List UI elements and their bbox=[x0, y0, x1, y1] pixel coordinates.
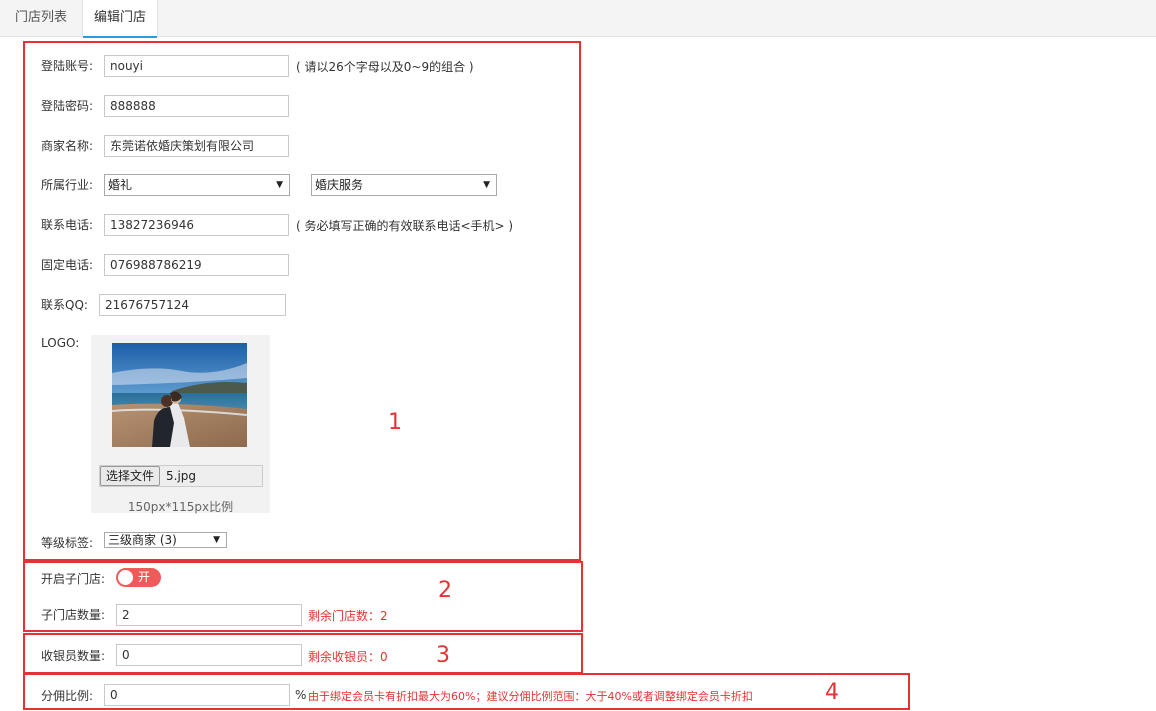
password-input[interactable]: 888888 bbox=[104, 95, 289, 117]
industry-select-secondary-value: 婚庆服务 bbox=[315, 178, 364, 192]
annotation-number-2: 2 bbox=[438, 578, 452, 603]
commission-label: 分佣比例: bbox=[41, 689, 94, 703]
account-label: 登陆账号: bbox=[41, 59, 94, 73]
phone-input[interactable]: 13827236946 bbox=[104, 214, 289, 236]
chevron-down-icon: ▼ bbox=[213, 535, 220, 545]
toggle-knob bbox=[118, 570, 133, 585]
merchant-name-label: 商家名称: bbox=[41, 139, 94, 153]
account-hint: ( 请以26个字母以及0~9的组合 ) bbox=[296, 60, 474, 74]
merchant-name-input[interactable]: 东莞诺依婚庆策划有限公司 bbox=[104, 135, 289, 157]
sub-store-count-input[interactable]: 2 bbox=[116, 604, 302, 626]
sub-store-label: 开启子门店: bbox=[41, 572, 106, 586]
qq-input[interactable]: 21676757124 bbox=[99, 294, 286, 316]
qq-label: 联系QQ: bbox=[41, 298, 88, 312]
toggle-text: 开 bbox=[138, 570, 151, 584]
phone-label: 联系电话: bbox=[41, 218, 94, 232]
tab-store-list[interactable]: 门店列表 bbox=[0, 0, 82, 37]
sub-store-remaining: 剩余门店数：2 bbox=[308, 609, 388, 623]
file-input[interactable]: 选择文件 5.jpg bbox=[99, 465, 263, 487]
commission-input[interactable]: 0 bbox=[104, 684, 290, 706]
cashier-remaining: 剩余收银员：0 bbox=[308, 650, 388, 664]
annotation-box-2 bbox=[23, 561, 583, 632]
commission-unit: % bbox=[295, 688, 307, 702]
logo-ratio-hint: 150px*115px比例 bbox=[127, 500, 234, 514]
choose-file-button[interactable]: 选择文件 bbox=[100, 466, 161, 486]
level-select[interactable]: 三级商家 (3) ▼ bbox=[104, 532, 227, 548]
level-label: 等级标签: bbox=[41, 536, 94, 550]
industry-select-primary-value: 婚礼 bbox=[108, 178, 133, 192]
phone-hint: ( 务必填写正确的有效联系电话<手机> ) bbox=[296, 219, 514, 233]
logo-upload-panel: 选择文件 5.jpg 150px*115px比例 bbox=[91, 335, 270, 514]
annotation-box-3 bbox=[23, 633, 583, 674]
sub-store-count-label: 子门店数量: bbox=[41, 608, 106, 622]
logo-label: LOGO: bbox=[41, 336, 80, 350]
landline-input[interactable]: 076988786219 bbox=[104, 254, 289, 276]
industry-select-primary[interactable]: 婚礼 ▼ bbox=[104, 174, 290, 196]
commission-note: 由于绑定会员卡有折扣最大为60%；建议分佣比例范围：大于40%或者调整绑定会员卡… bbox=[308, 690, 753, 703]
industry-select-secondary[interactable]: 婚庆服务 ▼ bbox=[311, 174, 497, 196]
cashier-count-input[interactable]: 0 bbox=[116, 644, 302, 666]
tab-bar: 门店列表 编辑门店 bbox=[0, 0, 1156, 38]
file-name: 5.jpg bbox=[166, 469, 197, 483]
industry-label: 所属行业: bbox=[41, 178, 94, 192]
annotation-number-4: 4 bbox=[825, 680, 839, 705]
annotation-number-1: 1 bbox=[388, 410, 402, 435]
tab-edit-store[interactable]: 编辑门店 bbox=[82, 0, 158, 38]
chevron-down-icon: ▼ bbox=[276, 180, 283, 190]
annotation-number-3: 3 bbox=[436, 643, 450, 668]
landline-label: 固定电话: bbox=[41, 258, 94, 272]
logo-preview-image bbox=[112, 343, 247, 447]
level-select-value: 三级商家 (3) bbox=[108, 533, 177, 547]
account-input[interactable]: nouyi bbox=[104, 55, 289, 77]
password-label: 登陆密码: bbox=[41, 99, 94, 113]
chevron-down-icon: ▼ bbox=[483, 180, 490, 190]
cashier-count-label: 收银员数量: bbox=[41, 649, 106, 663]
sub-store-toggle[interactable]: 开 bbox=[116, 568, 161, 587]
